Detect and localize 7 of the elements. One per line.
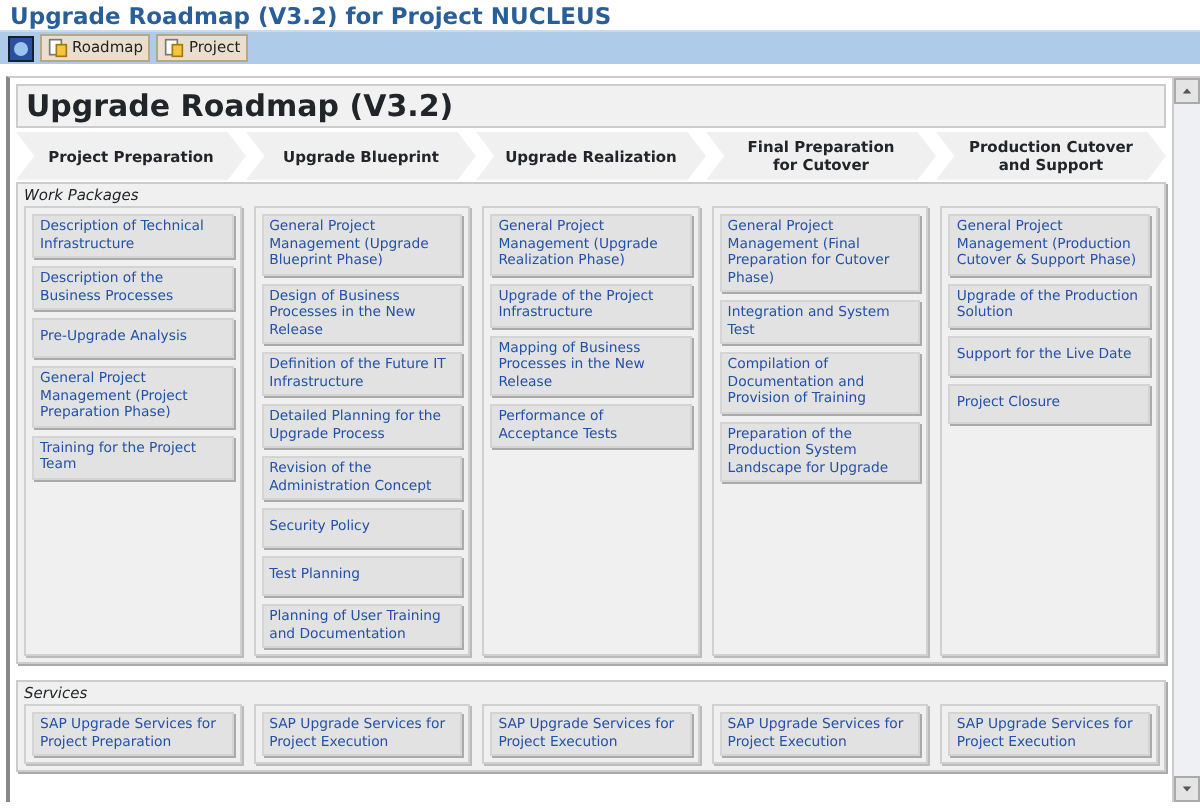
document-icon (164, 38, 185, 58)
page-title: Upgrade Roadmap (V3.2) for Project NUCLEUS (8, 0, 614, 30)
scroll-up-icon[interactable] (1174, 78, 1200, 104)
document-icon (48, 38, 68, 58)
scroll-down-icon[interactable] (1174, 776, 1200, 802)
roadmap-heading: Upgrade Roadmap (V3.2) (16, 84, 1166, 128)
app-icon[interactable] (8, 36, 34, 63)
